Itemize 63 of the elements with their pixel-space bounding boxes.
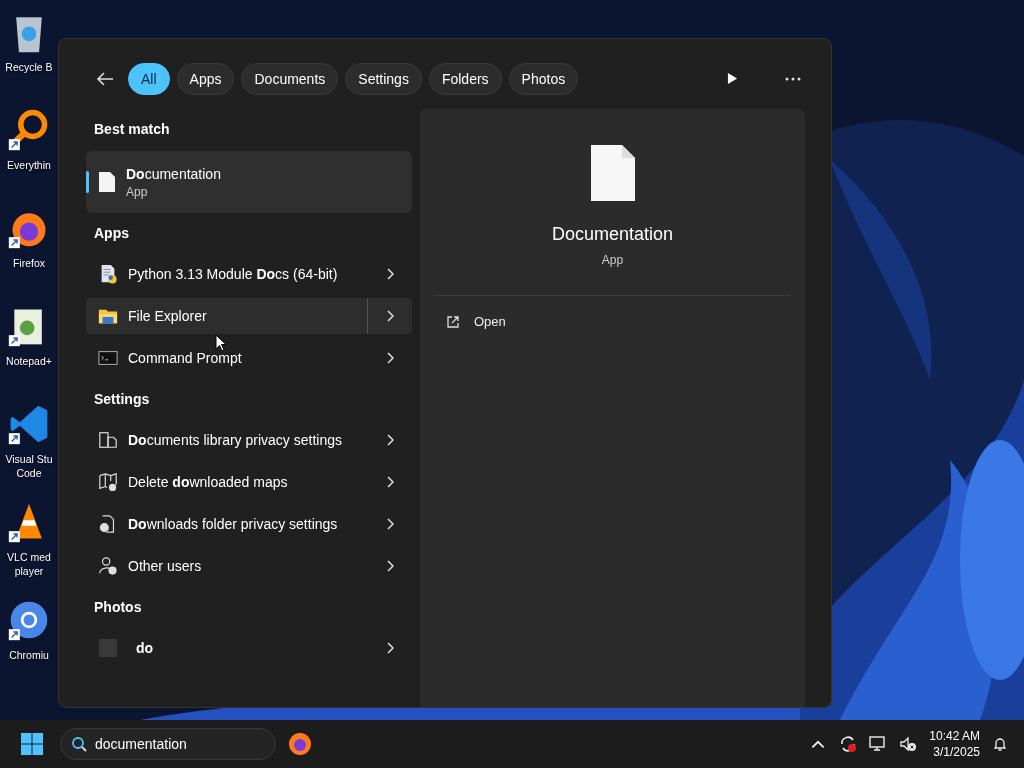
result-item[interactable]: File Explorer [86,298,412,334]
play-icon[interactable] [727,72,738,85]
chevron-right-icon[interactable] [386,434,394,446]
document-icon [98,171,116,193]
chevron-right-icon[interactable] [386,310,394,322]
filter-tab[interactable]: All [128,62,170,95]
search-icon [71,736,87,752]
chevron-right-icon[interactable] [386,518,394,530]
more-options-icon[interactable] [785,76,801,81]
preview-title: Documentation [551,224,674,245]
icon-label: Recycle B [5,60,53,74]
icon-label: player [14,564,44,578]
terminal-icon [98,348,118,368]
search-input[interactable]: documentation [95,736,265,752]
chevron-right-icon[interactable] [386,352,394,364]
chevron-right-icon[interactable] [386,642,394,654]
chevron-right-icon[interactable] [386,560,394,572]
filter-tab[interactable]: Settings [345,62,422,95]
chevron-right-icon[interactable] [386,476,394,488]
icon-label: Notepad+ [6,354,52,368]
best-match-item[interactable]: Documentation App [86,151,412,213]
result-item[interactable]: Other users [86,545,412,587]
result-item[interactable]: Python 3.13 Module Docs (64-bit) [86,253,412,295]
icon-label: Chromiu [9,648,49,662]
photo-thumbnail-icon [98,638,118,658]
result-item[interactable]: Documents library privacy settings [86,419,412,461]
section-heading: Photos [93,598,142,617]
volume-muted-icon[interactable] [899,735,918,753]
section-heading: Apps [93,224,129,243]
result-item[interactable]: Command Prompt [86,337,412,379]
clock-date[interactable]: 3/1/2025 [933,744,980,760]
search-field[interactable]: documentation [60,728,276,760]
filter-tab[interactable]: Photos [508,62,579,95]
mouse-pointer-icon [215,334,227,352]
filter-tab[interactable]: Folders [428,62,502,95]
icon-label: Code [16,466,42,480]
sync-icon[interactable] [839,735,858,753]
item-subtitle: App [126,184,148,199]
icon-label: Firefox [12,256,46,270]
network-icon[interactable] [869,735,888,753]
filter-tab[interactable]: Apps [176,62,235,95]
item-title: Documentation [126,165,221,182]
notification-bell-icon[interactable] [992,736,1008,752]
windows-start-icon[interactable] [20,732,44,756]
chevron-right-icon[interactable] [386,268,394,280]
user-add-icon [98,556,118,576]
result-item[interactable]: Downloads folder privacy settings [86,503,412,545]
result-item[interactable]: do [86,627,412,669]
document-icon [589,144,636,202]
external-link-icon [446,314,460,329]
section-heading: Settings [93,390,150,409]
filter-tab[interactable]: Documents [241,62,339,95]
library-icon [98,430,118,450]
open-action[interactable]: Open [446,310,506,333]
clock-time[interactable]: 10:42 AM [929,728,980,744]
firefox-icon[interactable] [288,732,312,756]
section-heading: Best match [93,120,170,139]
result-item[interactable]: Delete downloaded maps [86,461,412,503]
icon-label: VLC med [7,550,51,564]
preview-subtitle: App [601,253,624,267]
icon-label: Everythin [7,158,51,172]
icon-label: Visual Stu [5,452,53,466]
map-icon [98,472,118,492]
